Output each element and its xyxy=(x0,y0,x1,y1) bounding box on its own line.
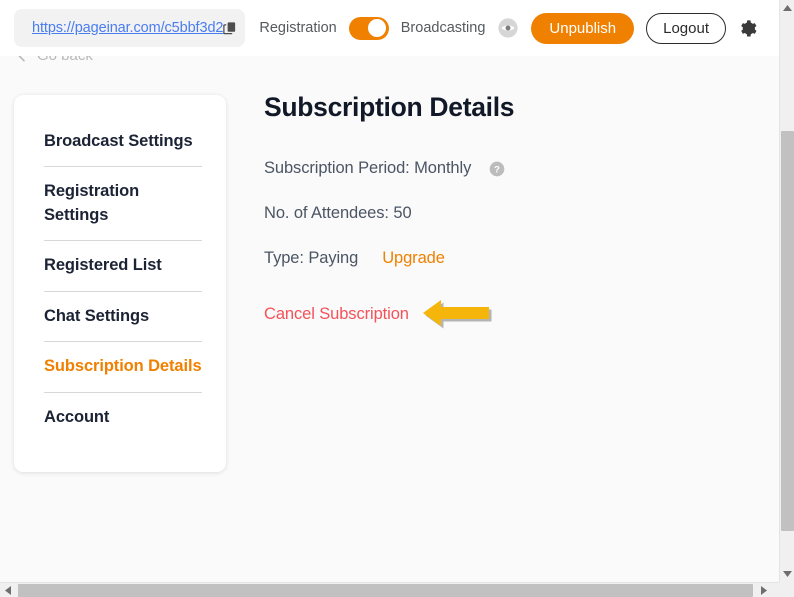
vertical-scrollbar[interactable] xyxy=(779,0,794,582)
sidebar-item-account[interactable]: Account xyxy=(38,393,202,442)
cancel-subscription-link[interactable]: Cancel Subscription xyxy=(264,305,409,324)
scroll-left-button[interactable] xyxy=(0,583,16,597)
svg-text:?: ? xyxy=(494,164,500,174)
page-url-chip[interactable]: https://pageinar.com/c5bbf3d2 xyxy=(14,9,246,47)
page-url-link[interactable]: https://pageinar.com/c5bbf3d2 xyxy=(32,20,223,36)
content-area: Broadcast Settings Registration Settings… xyxy=(0,56,779,582)
scroll-down-button[interactable] xyxy=(780,566,794,582)
logout-button[interactable]: Logout xyxy=(646,12,726,44)
subscription-period-row: Subscription Period: Monthly ? xyxy=(264,159,767,178)
attendees-row: No. of Attendees: 50 xyxy=(264,204,767,223)
sidebar-item-broadcast-settings[interactable]: Broadcast Settings xyxy=(38,117,202,166)
type-row: Type: Paying Upgrade xyxy=(264,249,767,268)
scroll-right-button[interactable] xyxy=(756,583,772,597)
registration-label: Registration xyxy=(259,20,337,36)
annotation-arrow-icon xyxy=(419,294,495,334)
question-mark-icon[interactable]: ? xyxy=(489,161,505,177)
settings-sidebar: Broadcast Settings Registration Settings… xyxy=(14,95,226,472)
vertical-scroll-thumb[interactable] xyxy=(781,131,794,531)
sidebar-item-subscription-details[interactable]: Subscription Details xyxy=(38,342,202,391)
eye-icon[interactable] xyxy=(497,17,519,39)
subscription-period-value: Subscription Period: Monthly xyxy=(264,159,472,177)
cancel-subscription-row: Cancel Subscription xyxy=(264,294,767,334)
type-value: Type: Paying xyxy=(264,249,359,267)
horizontal-scroll-thumb[interactable] xyxy=(18,584,753,597)
scroll-up-button[interactable] xyxy=(780,0,794,16)
horizontal-scrollbar[interactable] xyxy=(0,582,794,597)
upgrade-link[interactable]: Upgrade xyxy=(382,249,445,268)
sidebar-item-registration-settings[interactable]: Registration Settings xyxy=(38,167,202,240)
unpublish-button[interactable]: Unpublish xyxy=(531,12,635,44)
subscription-details-panel: Subscription Details Subscription Period… xyxy=(264,92,767,334)
scrollbar-corner xyxy=(779,582,794,597)
page-viewport: Go back https://pageinar.com/c5bbf3d2 Re… xyxy=(0,0,779,582)
gear-icon[interactable] xyxy=(737,18,758,39)
copy-icon[interactable] xyxy=(222,20,237,36)
page-title: Subscription Details xyxy=(264,92,515,122)
registration-toggle[interactable] xyxy=(348,16,389,40)
sidebar-item-registered-list[interactable]: Registered List xyxy=(38,241,202,290)
toggle-knob xyxy=(368,19,387,37)
attendees-value: No. of Attendees: 50 xyxy=(264,204,412,222)
sidebar-item-chat-settings[interactable]: Chat Settings xyxy=(38,292,202,341)
broadcasting-label: Broadcasting xyxy=(400,20,486,36)
app-window: Go back https://pageinar.com/c5bbf3d2 Re… xyxy=(0,0,794,597)
top-toolbar: https://pageinar.com/c5bbf3d2 Registrati… xyxy=(0,0,779,56)
